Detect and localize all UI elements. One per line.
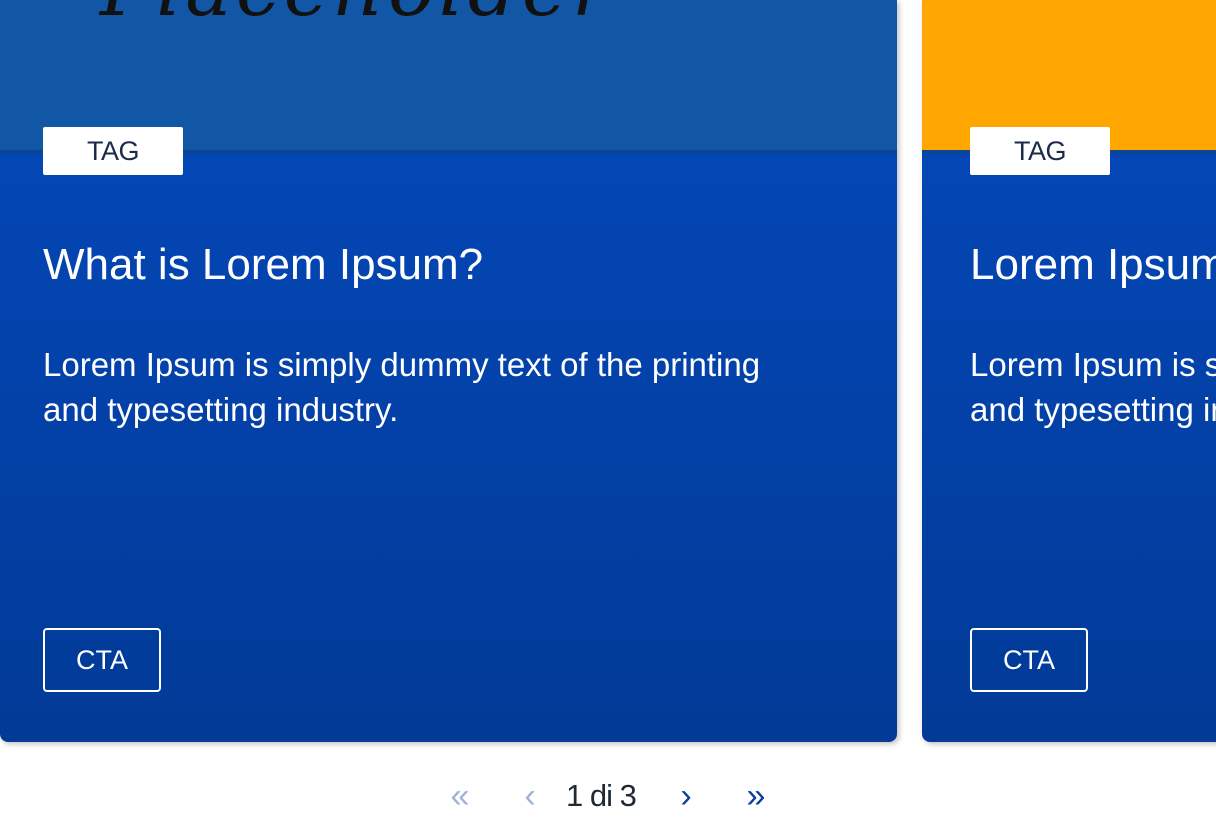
pagination: « ‹ 1 di 3 › » xyxy=(0,772,1216,820)
card-what-is-lorem-ipsum: Placeholder TAG What is Lorem Ipsum? Lor… xyxy=(0,0,897,742)
card-lorem-ipsum: TAG Lorem Ipsum Lorem Ipsum is simply du… xyxy=(922,0,1216,742)
tag-badge: TAG xyxy=(970,127,1110,175)
carousel-viewport: Placeholder TAG What is Lorem Ipsum? Lor… xyxy=(0,0,1216,824)
placeholder-image-text: Placeholder xyxy=(100,0,613,34)
cta-button[interactable]: CTA xyxy=(970,628,1088,692)
card-title: What is Lorem Ipsum? xyxy=(43,240,484,289)
card-description: Lorem Ipsum is simply dummy text of the … xyxy=(970,346,1216,428)
last-page-icon[interactable]: » xyxy=(734,772,778,820)
card-title: Lorem Ipsum xyxy=(970,240,1216,289)
page-indicator: 1 di 3 xyxy=(566,778,637,813)
previous-page-icon[interactable]: ‹ xyxy=(512,772,548,820)
card-description: Lorem Ipsum is simply dummy text of the … xyxy=(43,346,761,428)
next-page-icon[interactable]: › xyxy=(668,772,704,820)
first-page-icon[interactable]: « xyxy=(440,772,480,820)
cta-button[interactable]: CTA xyxy=(43,628,161,692)
tag-badge: TAG xyxy=(43,127,183,175)
